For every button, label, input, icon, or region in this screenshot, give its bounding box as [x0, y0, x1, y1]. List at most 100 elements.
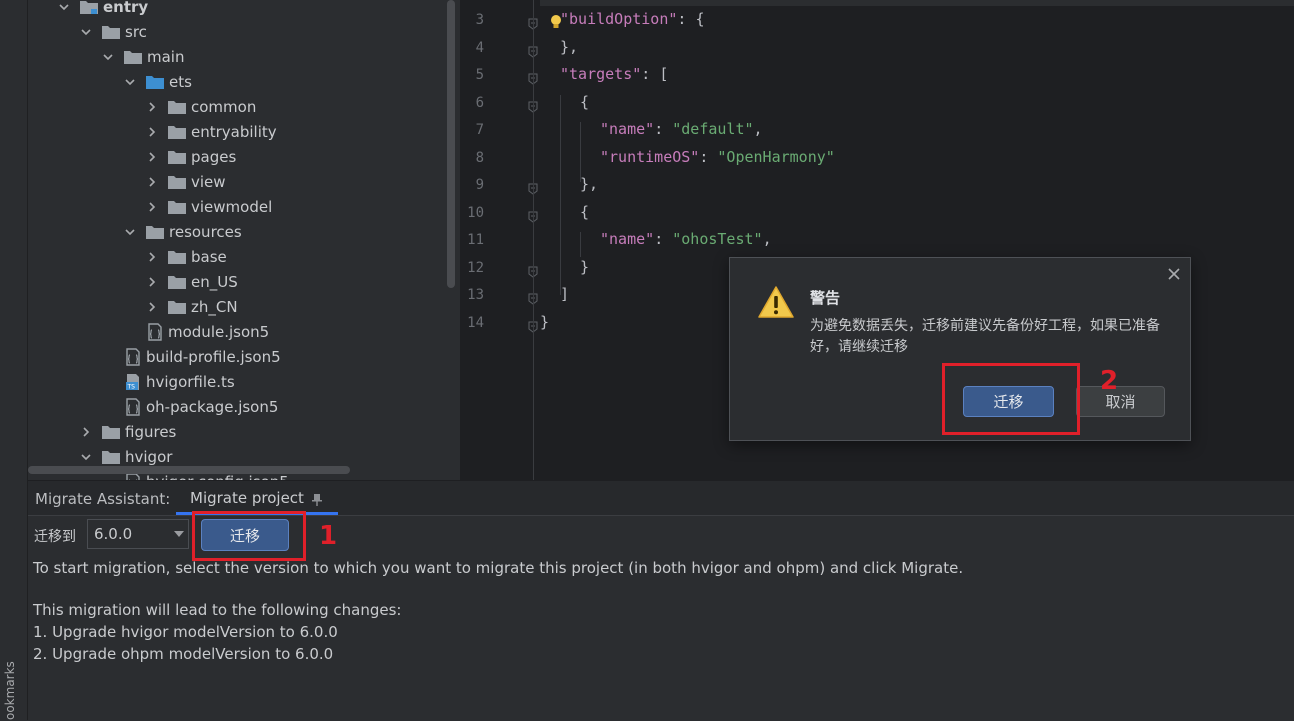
chevron-right-icon[interactable]: [146, 151, 158, 163]
lightbulb-icon[interactable]: [550, 14, 562, 30]
tree-item-label: hvigorfile.ts: [146, 372, 235, 391]
typescript-file-icon: TS: [124, 373, 142, 391]
tree-item[interactable]: pages: [146, 144, 236, 169]
folder-icon: [102, 425, 120, 439]
line-number: 9: [475, 177, 484, 193]
tree-item-label: oh-package.json5: [146, 397, 279, 416]
tree-item[interactable]: entryability: [146, 119, 277, 144]
chevron-right-icon[interactable]: [146, 201, 158, 213]
tree-item[interactable]: oh-package.json5: [124, 394, 278, 419]
code-token: "default": [672, 120, 754, 138]
folder-icon: [168, 150, 186, 164]
tree-item[interactable]: ets: [124, 69, 192, 94]
annotation-box-1: [192, 511, 306, 561]
tree-item[interactable]: en_US: [146, 269, 238, 294]
chevron-right-icon[interactable]: [146, 251, 158, 263]
line-number: 12: [467, 260, 484, 276]
code-line: },: [580, 175, 598, 193]
json5-file-icon: [124, 347, 142, 366]
code-token: }: [540, 313, 550, 331]
line-number: 13: [467, 287, 484, 303]
tree-item-label: module.json5: [168, 322, 270, 341]
tree-horizontal-scrollbar[interactable]: [28, 466, 350, 474]
tree-vertical-scrollbar[interactable]: [447, 0, 455, 288]
tree-item[interactable]: build-profile.json5: [124, 344, 281, 369]
code-token: "ohosTest": [672, 230, 763, 248]
indent-guide: [580, 122, 581, 182]
chevron-down-icon[interactable]: [124, 226, 136, 238]
warning-dialog: 警告 为避免数据丢失，迁移前建议先备份好工程，如果已准备好，请继续迁移 迁移 取…: [729, 257, 1191, 441]
tab-migrate-project[interactable]: Migrate project: [178, 481, 334, 515]
line-number: 7: [475, 122, 484, 138]
annotation-box-2: [942, 363, 1080, 435]
chevron-down-icon[interactable]: [58, 1, 70, 13]
dialog-message: 为避免数据丢失，迁移前建议先备份好工程，如果已准备好，请继续迁移: [810, 318, 1160, 355]
folder-icon: [168, 300, 186, 314]
tree-item-label: resources: [169, 222, 242, 241]
code-token: "OpenHarmony": [717, 148, 835, 166]
tree-item[interactable]: viewmodel: [146, 194, 272, 219]
tree-item[interactable]: base: [146, 244, 227, 269]
chevron-right-icon[interactable]: [80, 426, 92, 438]
code-token: ,: [762, 230, 772, 248]
bookmarks-tab[interactable]: ookmarks: [3, 661, 17, 720]
json5-file-icon: [146, 322, 164, 341]
code-token: "buildOption": [560, 10, 678, 28]
tree-item[interactable]: entry: [58, 0, 148, 19]
project-tree: entry src main ets common entryability pages vi…: [28, 0, 459, 480]
annotation-number-1: 1: [319, 521, 338, 551]
line-number: 6: [475, 95, 484, 111]
code-line: "name": "ohosTest",: [600, 230, 772, 248]
code-line: {: [580, 203, 589, 221]
chevron-right-icon[interactable]: [146, 101, 158, 113]
tree-item[interactable]: module.json5: [146, 319, 269, 344]
line-number: 5: [475, 67, 484, 83]
folder-icon: [168, 100, 186, 114]
annotation-number-2: 2: [1100, 366, 1119, 396]
code-token: ,: [753, 120, 763, 138]
folder-icon: [168, 200, 186, 214]
warning-icon: [758, 286, 794, 318]
code-token: "name": [600, 230, 655, 248]
tree-item[interactable]: common: [146, 94, 256, 119]
tree-item-label: src: [125, 22, 147, 41]
description-line: To start migration, select the version t…: [33, 559, 964, 577]
tree-item[interactable]: figures: [80, 419, 176, 444]
close-icon[interactable]: [1166, 266, 1182, 282]
tree-item[interactable]: main: [102, 44, 184, 69]
tree-item-label: entryability: [191, 122, 277, 141]
code-line: },: [560, 38, 578, 56]
chevron-right-icon[interactable]: [146, 126, 158, 138]
line-number: 11: [467, 232, 484, 248]
code-token: :: [654, 120, 673, 138]
tree-item[interactable]: src: [80, 19, 147, 44]
tree-item[interactable]: zh_CN: [146, 294, 238, 319]
code-token: },: [560, 38, 579, 56]
chevron-right-icon[interactable]: [146, 301, 158, 313]
chevron-right-icon[interactable]: [146, 176, 158, 188]
migrate-assistant-panel: Migrate Assistant: Migrate project 迁移到 6…: [28, 480, 1294, 721]
tree-item[interactable]: TS hvigorfile.ts: [124, 369, 235, 394]
code-line: "targets": [: [560, 65, 668, 83]
pin-icon[interactable]: [311, 492, 322, 506]
chevron-down-icon[interactable]: [102, 51, 114, 63]
chevron-down-icon[interactable]: [80, 451, 92, 463]
chevron-right-icon[interactable]: [146, 276, 158, 288]
cancel-button[interactable]: 取消: [1076, 386, 1165, 417]
tree-item[interactable]: resources: [124, 219, 242, 244]
code-token: : [: [641, 65, 669, 83]
folder-icon: [168, 125, 186, 139]
code-token: {: [580, 203, 590, 221]
tree-item-label: view: [191, 172, 226, 191]
tree-item-label: base: [191, 247, 227, 266]
tree-item-label: figures: [125, 422, 177, 441]
chevron-down-icon[interactable]: [124, 76, 136, 88]
tool-window-title: Migrate Assistant:: [35, 490, 171, 508]
chevron-down-icon[interactable]: [80, 26, 92, 38]
tree-item-label: entry: [103, 0, 149, 16]
code-line: {: [580, 93, 589, 111]
tree-item-label: zh_CN: [191, 297, 238, 316]
tree-item[interactable]: view: [146, 169, 226, 194]
version-select[interactable]: 6.0.0: [87, 519, 189, 549]
indent-guide: [580, 232, 581, 257]
